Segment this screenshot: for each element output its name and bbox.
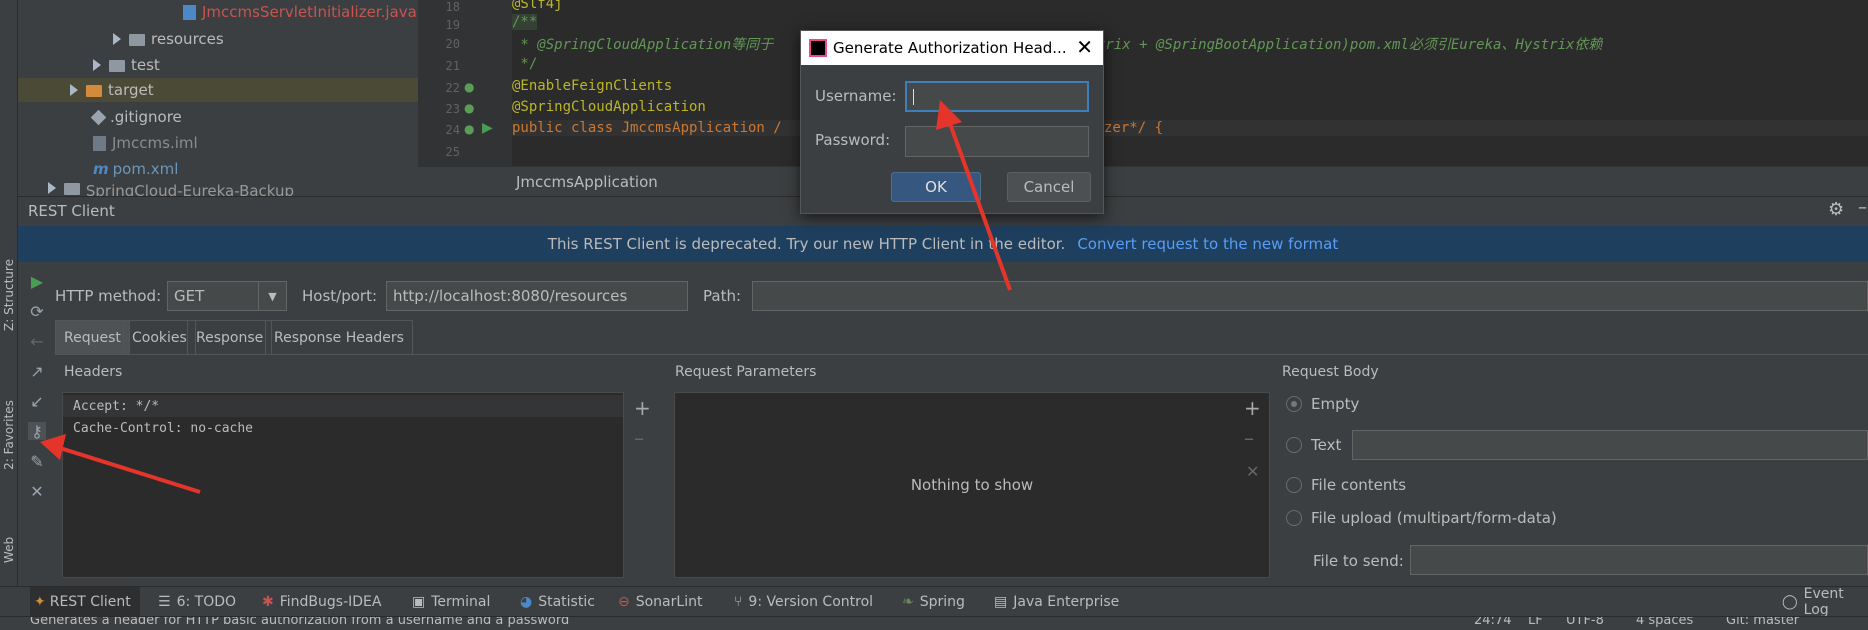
annotation-arrow-line: [946, 117, 1012, 291]
annotation-arrow-head: [40, 434, 66, 460]
annotation-arrows: [40, 100, 1012, 494]
annotation-arrow-line: [59, 446, 201, 494]
annotation-arrow-head: [936, 100, 962, 130]
